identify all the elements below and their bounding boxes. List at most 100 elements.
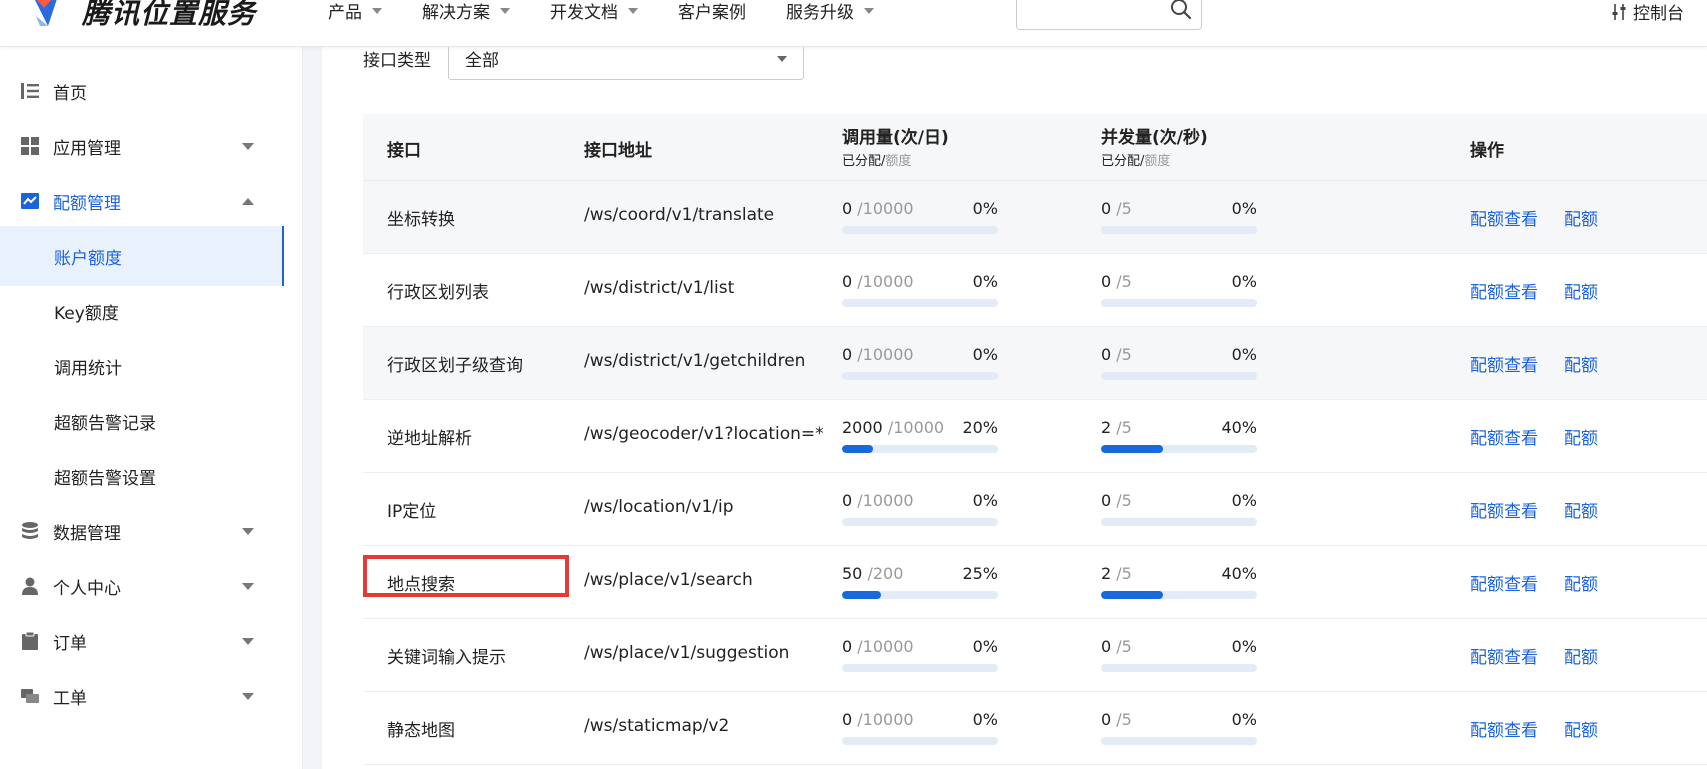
- conc-progress-bar: [1101, 518, 1257, 526]
- nav-label: 服务升级: [786, 3, 854, 23]
- calls-used-wrap: 0 /10000: [842, 710, 914, 729]
- quota-action-link[interactable]: 配额: [1564, 570, 1598, 595]
- header-calls: 调用量(次/日): [842, 128, 949, 148]
- header-concurrency: 并发量(次/秒): [1101, 128, 1208, 148]
- sidebar-item-apps[interactable]: 应用管理: [0, 116, 284, 176]
- filter-label: 接口类型: [363, 51, 431, 71]
- quota-action-link[interactable]: 配额: [1564, 351, 1598, 376]
- nav-cases[interactable]: 客户案例: [678, 0, 746, 23]
- api-name: IP定位: [387, 502, 437, 522]
- table-row: 静态地图/ws/staticmap/v2 0 /10000 0% 0 /5 0% 配额查看…: [363, 692, 1707, 765]
- nav-docs[interactable]: 开发文档: [550, 0, 638, 23]
- sidebar-item-alert-records[interactable]: 超额告警记录: [0, 391, 284, 451]
- table-row: 逆地址解析/ws/geocoder/v1?location=* 2000 /100…: [363, 400, 1707, 473]
- calls-quota: 0 /10000 0%: [842, 272, 998, 312]
- sidebar-item-account-quota[interactable]: 账户额度: [0, 226, 284, 286]
- api-path: /ws/coord/v1/translate: [584, 205, 775, 225]
- calls-progress-bar: [842, 737, 998, 745]
- console-link[interactable]: 控制台: [1611, 0, 1684, 24]
- view-quota-link[interactable]: 配额查看: [1470, 424, 1538, 449]
- sidebar-item-profile[interactable]: 个人中心: [0, 556, 284, 616]
- conc-used-wrap: 0 /5: [1101, 710, 1132, 729]
- quota-action-link[interactable]: 配额: [1564, 497, 1598, 522]
- conc-total: /5: [1116, 491, 1132, 510]
- view-quota-link[interactable]: 配额查看: [1470, 716, 1538, 741]
- sidebar-item-home[interactable]: 首页: [0, 61, 284, 121]
- calls-used: 0: [842, 637, 853, 656]
- concurrency-quota: 0 /5 0%: [1101, 491, 1257, 531]
- chevron-down-icon: [242, 638, 254, 645]
- conc-total: /5: [1116, 199, 1132, 218]
- view-quota-link[interactable]: 配额查看: [1470, 278, 1538, 303]
- view-quota-link[interactable]: 配额查看: [1470, 497, 1538, 522]
- nav-upgrade[interactable]: 服务升级: [786, 0, 874, 23]
- conc-used-wrap: 0 /5: [1101, 199, 1132, 218]
- quota-action-link[interactable]: 配额: [1564, 716, 1598, 741]
- header-api: 接口: [387, 141, 421, 161]
- sidebar-item-orders[interactable]: 订单: [0, 611, 284, 671]
- conc-percent: 40%: [1221, 418, 1257, 437]
- calls-quota: 50 /200 25%: [842, 564, 998, 604]
- sidebar-item-call-stats[interactable]: 调用统计: [0, 336, 284, 396]
- sidebar-item-data[interactable]: 数据管理: [0, 501, 284, 561]
- chat-icon: [21, 689, 39, 703]
- chevron-down-icon: [242, 693, 254, 700]
- conc-percent: 0%: [1231, 491, 1257, 510]
- calls-progress-fill: [842, 445, 874, 453]
- view-quota-link[interactable]: 配额查看: [1470, 643, 1538, 668]
- conc-total: /5: [1116, 637, 1132, 656]
- sidebar-item-quota[interactable]: 配额管理: [0, 171, 284, 231]
- search-input[interactable]: [1025, 0, 1169, 29]
- header-actions: 操作: [1470, 141, 1504, 161]
- user-icon: [22, 577, 38, 595]
- sidebar-item-alert-settings[interactable]: 超额告警设置: [0, 446, 284, 506]
- conc-used-wrap: 0 /5: [1101, 491, 1132, 510]
- calls-total: /10000: [857, 637, 914, 656]
- search-icon[interactable]: [1169, 0, 1193, 21]
- sidebar-item-label: 工单: [53, 688, 87, 709]
- view-quota-link[interactable]: 配额查看: [1470, 205, 1538, 230]
- api-path: /ws/place/v1/search: [584, 570, 753, 590]
- quota-action-link[interactable]: 配额: [1564, 205, 1598, 230]
- sidebar-item-key-quota[interactable]: Key额度: [0, 281, 284, 341]
- table-row: 行政区划子级查询/ws/district/v1/getchildren 0 /10…: [363, 327, 1707, 400]
- conc-used: 2: [1101, 564, 1112, 583]
- calls-used-wrap: 50 /200: [842, 564, 903, 583]
- nav-solutions[interactable]: 解决方案: [422, 0, 510, 23]
- nav-label: 客户案例: [678, 3, 746, 23]
- api-name: 地点搜索: [387, 575, 455, 595]
- calls-total: /10000: [857, 710, 914, 729]
- database-icon: [22, 522, 38, 539]
- select-value: 全部: [465, 50, 499, 71]
- calls-progress-fill: [842, 591, 881, 599]
- quota-action-link[interactable]: 配额: [1564, 643, 1598, 668]
- calls-quota: 0 /10000 0%: [842, 710, 998, 750]
- conc-progress-bar: [1101, 445, 1257, 453]
- sub-quota: 额度: [1144, 154, 1171, 169]
- conc-used: 0: [1101, 345, 1112, 364]
- conc-used: 2: [1101, 418, 1112, 437]
- calls-quota: 0 /10000 0%: [842, 637, 998, 677]
- conc-total: /5: [1116, 564, 1132, 583]
- view-quota-link[interactable]: 配额查看: [1470, 570, 1538, 595]
- concurrency-quota: 0 /5 0%: [1101, 272, 1257, 312]
- conc-used: 0: [1101, 710, 1112, 729]
- sidebar-item-label: 应用管理: [53, 138, 121, 159]
- sidebar-item-tickets[interactable]: 工单: [0, 666, 284, 726]
- conc-progress-bar: [1101, 664, 1257, 672]
- view-quota-link[interactable]: 配额查看: [1470, 351, 1538, 376]
- brand-name[interactable]: 腾讯位置服务: [82, 0, 256, 32]
- sidebar-item-label: 调用统计: [54, 358, 122, 379]
- calls-used: 0: [842, 491, 853, 510]
- quota-action-link[interactable]: 配额: [1564, 278, 1598, 303]
- calls-quota: 0 /10000 0%: [842, 345, 998, 385]
- nav-product[interactable]: 产品: [328, 0, 382, 23]
- calls-used: 0: [842, 710, 853, 729]
- grid-icon: [21, 137, 39, 155]
- quota-action-link[interactable]: 配额: [1564, 424, 1598, 449]
- conc-progress-bar: [1101, 737, 1257, 745]
- calls-total: /10000: [857, 345, 914, 364]
- logo-icon[interactable]: [26, 0, 66, 30]
- sidebar-item-label: 订单: [53, 633, 87, 654]
- conc-used-wrap: 0 /5: [1101, 272, 1132, 291]
